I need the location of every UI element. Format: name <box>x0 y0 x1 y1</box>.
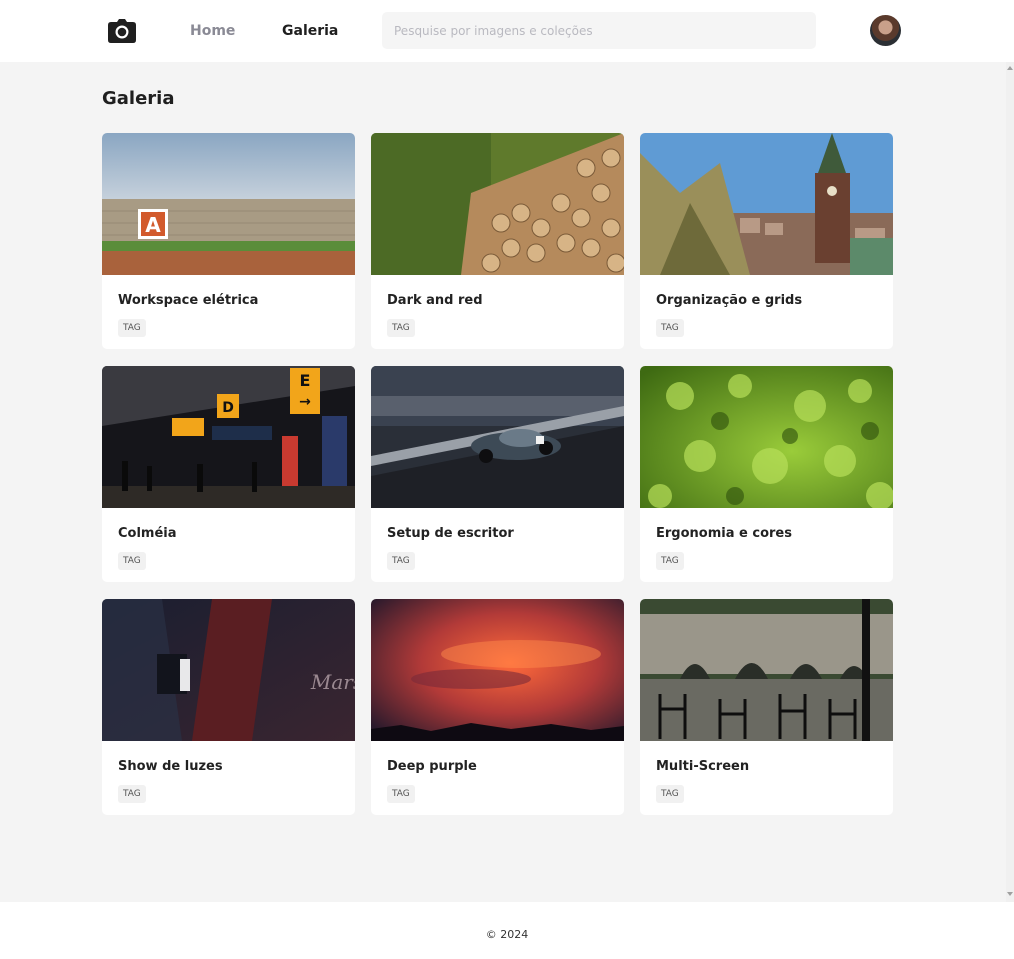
camera-icon[interactable] <box>108 19 136 43</box>
card-title: Ergonomia e cores <box>656 526 792 541</box>
nav-home-link[interactable]: Home <box>190 23 235 39</box>
card-image: A <box>102 133 355 275</box>
card-title: Setup de escritor <box>387 526 514 541</box>
search-input[interactable] <box>382 12 816 49</box>
gallery-card[interactable]: D E → Colméia TAG <box>102 366 355 582</box>
card-image <box>640 133 893 275</box>
page-title: Galeria <box>102 88 175 109</box>
gallery-card[interactable]: Dark and red TAG <box>371 133 624 349</box>
gallery-card[interactable]: Ergonomia e cores TAG <box>640 366 893 582</box>
card-image <box>371 366 624 508</box>
scroll-down-icon[interactable] <box>1007 892 1013 896</box>
gallery-card[interactable]: Mars Show de luzes TAG <box>102 599 355 815</box>
gallery-card[interactable]: Setup de escritor TAG <box>371 366 624 582</box>
card-image <box>371 133 624 275</box>
card-title: Show de luzes <box>118 759 223 774</box>
card-tag: TAG <box>656 785 684 803</box>
card-title: Deep purple <box>387 759 477 774</box>
card-image <box>640 366 893 508</box>
card-tag: TAG <box>387 785 415 803</box>
card-image: Mars <box>102 599 355 741</box>
footer: © 2024 <box>0 902 1014 959</box>
top-navbar: Home Galeria <box>0 0 1014 62</box>
card-title: Dark and red <box>387 293 483 308</box>
gallery-card[interactable]: Multi-Screen TAG <box>640 599 893 815</box>
card-image: D E → <box>102 366 355 508</box>
svg-text:A: A <box>145 213 161 237</box>
card-tag: TAG <box>118 785 146 803</box>
gallery-card[interactable]: Organização e grids TAG <box>640 133 893 349</box>
card-title: Multi-Screen <box>656 759 750 774</box>
svg-text:D: D <box>222 400 234 416</box>
card-title: Colméia <box>118 526 177 541</box>
card-image <box>640 599 893 741</box>
card-image <box>371 599 624 741</box>
card-tag: TAG <box>118 552 146 570</box>
gallery-grid: A Workspace elétrica TAG Dark and red TA… <box>102 133 894 815</box>
card-title: Workspace elétrica <box>118 293 259 308</box>
card-tag: TAG <box>656 552 684 570</box>
card-tag: TAG <box>118 319 146 337</box>
gallery-card[interactable]: Deep purple TAG <box>371 599 624 815</box>
card-title: Organização e grids <box>656 293 803 308</box>
svg-text:Mars: Mars <box>310 670 355 694</box>
card-tag: TAG <box>387 552 415 570</box>
svg-text:→: → <box>299 394 311 410</box>
card-tag: TAG <box>656 319 684 337</box>
scroll-up-icon[interactable] <box>1007 66 1013 70</box>
svg-text:E: E <box>300 371 311 390</box>
scrollbar[interactable] <box>1006 62 1014 902</box>
card-tag: TAG <box>387 319 415 337</box>
user-avatar[interactable] <box>870 15 901 46</box>
gallery-card[interactable]: A Workspace elétrica TAG <box>102 133 355 349</box>
copyright-text: © 2024 <box>485 928 529 941</box>
nav-gallery-link[interactable]: Galeria <box>282 23 338 39</box>
